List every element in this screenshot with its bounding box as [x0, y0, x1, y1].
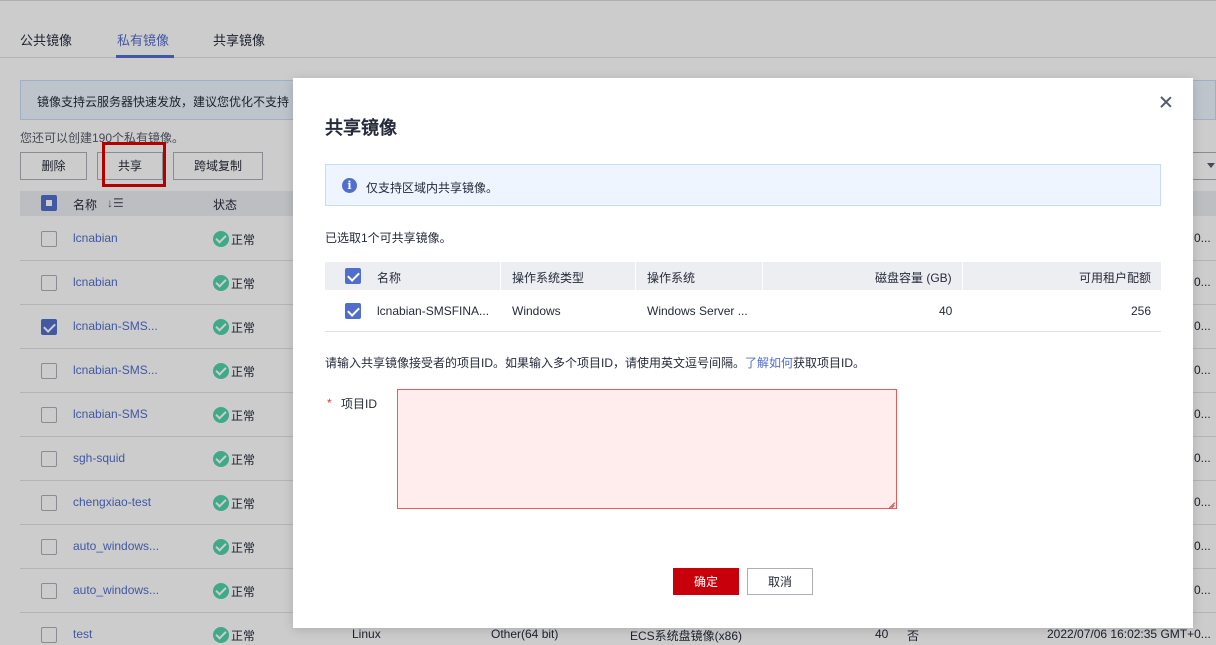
- confirm-button[interactable]: 确定: [673, 568, 739, 595]
- project-id-hint: 请输入共享镜像接受者的项目ID。如果输入多个项目ID，请使用英文逗号间隔。了解如…: [325, 354, 865, 371]
- project-id-label: 项目ID: [341, 397, 378, 411]
- column-divider: [762, 262, 763, 290]
- cancel-button[interactable]: 取消: [747, 568, 813, 595]
- dialog-table-row: lcnabian-SMSFINA... Windows Windows Serv…: [325, 290, 1161, 332]
- info-icon: i: [342, 178, 357, 193]
- row-checkbox[interactable]: [345, 303, 361, 319]
- hint-text: 请输入共享镜像接受者的项目ID。如果输入多个项目ID，请使用英文逗号间隔。: [325, 356, 746, 370]
- os-name: Windows Server ...: [647, 304, 748, 318]
- dialog-info-bar: i 仅支持区域内共享镜像。: [325, 164, 1161, 206]
- selected-count: 已选取1个可共享镜像。: [325, 231, 452, 245]
- required-mark: *: [327, 396, 332, 410]
- share-image-dialog: 共享镜像 i 仅支持区域内共享镜像。 已选取1个可共享镜像。 名称 操作系统类型…: [293, 78, 1193, 628]
- hint-text-end: 获取项目ID。: [793, 356, 866, 370]
- column-os: 操作系统: [647, 271, 696, 285]
- disk-capacity: 40: [939, 304, 953, 318]
- column-os-type: 操作系统类型: [512, 271, 585, 285]
- column-divider: [962, 262, 963, 290]
- column-divider: [500, 262, 501, 290]
- close-icon[interactable]: [1159, 95, 1173, 109]
- column-name: 名称: [377, 271, 402, 285]
- dialog-info-text: 仅支持区域内共享镜像。: [366, 181, 499, 195]
- dialog-title: 共享镜像: [325, 118, 397, 138]
- project-id-input[interactable]: [397, 389, 897, 509]
- resize-handle-icon[interactable]: [887, 499, 895, 507]
- dialog-table-header: 名称 操作系统类型 操作系统 磁盘容量 (GB) 可用租户配额: [325, 262, 1161, 290]
- tenant-quota: 256: [1131, 304, 1152, 318]
- column-quota: 可用租户配额: [1079, 271, 1152, 285]
- column-disk: 磁盘容量 (GB): [875, 271, 952, 285]
- learn-how-link[interactable]: 了解如何: [745, 356, 793, 370]
- image-name: lcnabian-SMSFINA...: [377, 304, 490, 318]
- dialog-select-all-checkbox[interactable]: [345, 268, 361, 284]
- column-divider: [635, 262, 636, 290]
- os-type: Windows: [512, 304, 561, 318]
